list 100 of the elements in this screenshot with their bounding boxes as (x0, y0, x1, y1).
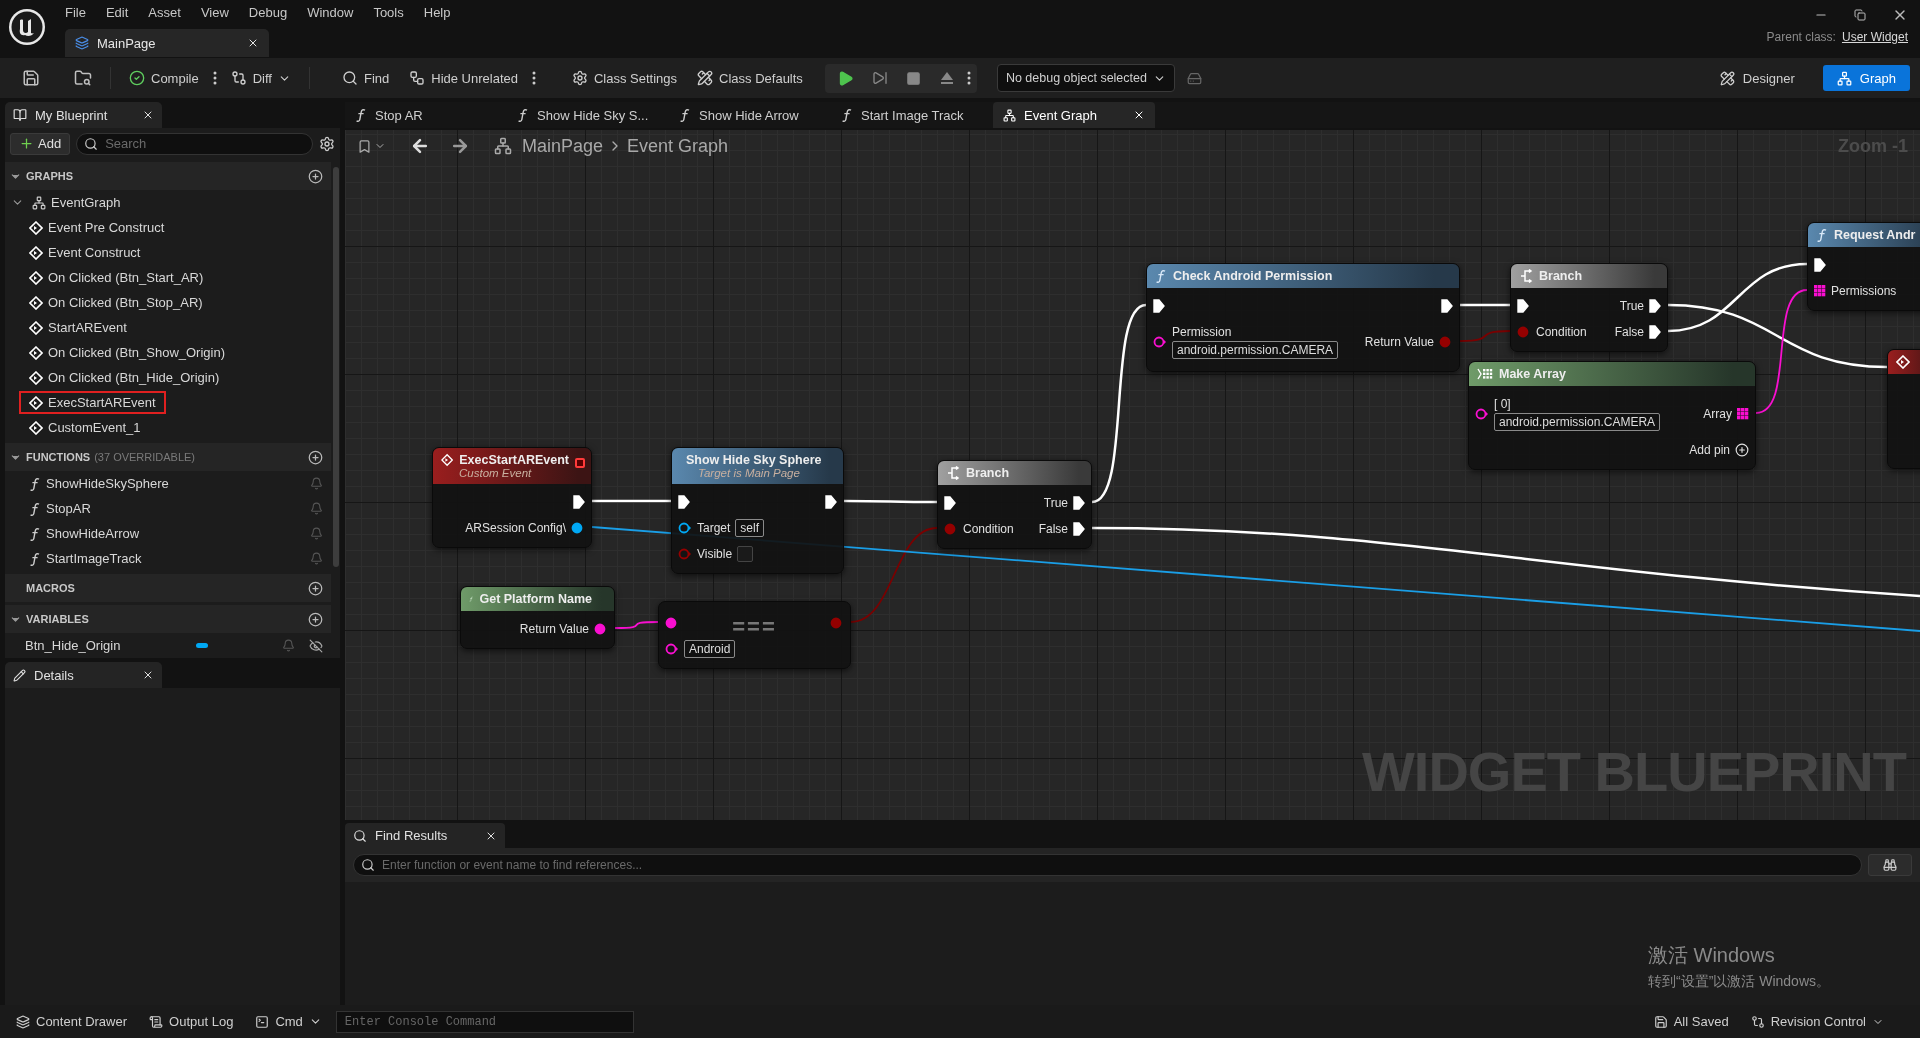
panel-tab[interactable]: Details (5, 662, 162, 688)
tree-item[interactable]: CustomEvent_1 (19, 416, 151, 439)
settings-icon[interactable] (319, 135, 335, 152)
tree-item[interactable]: Btn_Hide_Origin (15, 634, 131, 657)
menu-item[interactable]: Tools (363, 4, 414, 20)
value-field[interactable]: self (735, 519, 765, 537)
tree-item[interactable]: StopAR (19, 497, 101, 520)
back-icon[interactable] (410, 136, 430, 156)
data-pin-icon[interactable] (1475, 408, 1489, 420)
close-icon[interactable] (1133, 109, 1145, 121)
value-field[interactable]: Android (684, 640, 736, 658)
toolbar-button[interactable]: Class Defaults (689, 66, 811, 90)
graph-tab[interactable]: Show Hide Arrow (669, 102, 831, 128)
array-pin-icon[interactable] (1737, 408, 1749, 420)
menu-item[interactable]: File (55, 4, 96, 20)
debug-object-dropdown[interactable]: No debug object selected (996, 64, 1175, 92)
data-pin-icon[interactable] (571, 522, 585, 534)
graph-node[interactable]: === Android (658, 601, 851, 669)
tree-item[interactable]: On Clicked (Btn_Stop_AR) (19, 291, 213, 314)
add-icon[interactable] (308, 168, 323, 184)
panel-tab[interactable]: Find Results (345, 823, 505, 848)
checkbox[interactable] (737, 546, 754, 562)
tree-item[interactable]: StartAREvent (19, 316, 137, 339)
save-status-button[interactable]: All Saved (1645, 1010, 1737, 1033)
panel-tab[interactable]: My Blueprint (5, 102, 162, 128)
exec-pin-icon[interactable] (825, 495, 837, 509)
exec-pin-icon[interactable] (1649, 325, 1661, 339)
revision-control-button[interactable]: Revision Control (1742, 1010, 1892, 1033)
exec-pin-icon[interactable] (944, 496, 956, 510)
add-icon[interactable] (308, 449, 323, 465)
exec-pin-icon[interactable] (573, 495, 585, 509)
graph-tab[interactable]: Start Image Track (831, 102, 993, 128)
exec-pin-icon[interactable] (1073, 522, 1085, 536)
toolbar-button[interactable]: Class Settings (563, 66, 686, 90)
section-header[interactable]: GRAPHS (5, 162, 331, 190)
graph-node[interactable]: Check Android Permission Permission android.permission.CAMERA Return Value (1146, 263, 1460, 372)
toolbar-button[interactable]: Find (333, 66, 398, 90)
search-field[interactable]: Search (76, 132, 313, 155)
close-icon[interactable] (142, 669, 154, 681)
mode-button[interactable]: Designer (1705, 65, 1809, 91)
array-pin-icon[interactable] (1814, 285, 1826, 297)
restore-icon[interactable] (1854, 9, 1866, 21)
tree-item[interactable]: Event Pre Construct (19, 216, 175, 239)
output-log-button[interactable]: Output Log (141, 1010, 242, 1033)
graph-tab[interactable]: Stop AR (345, 102, 507, 128)
add-icon[interactable] (308, 580, 323, 596)
graph-node[interactable]: Request Andr Permissions (1807, 222, 1920, 311)
find-button[interactable] (1868, 854, 1912, 876)
data-pin-icon[interactable] (1153, 336, 1167, 348)
add-pin-button[interactable]: Add pin (1689, 443, 1749, 457)
exec-pin-icon[interactable] (1153, 299, 1165, 313)
breadcrumb-item[interactable]: Event Graph (627, 135, 729, 157)
graph-node[interactable]: ExecStartAREvent Custom Event ARSession Config\ (432, 447, 592, 548)
content-drawer-button[interactable]: Content Drawer (8, 1010, 136, 1033)
toolbar-button[interactable]: Diff (222, 66, 299, 90)
graph-node[interactable]: Branch True Condition False (937, 460, 1092, 549)
value-field[interactable]: android.permission.CAMERA (1494, 413, 1661, 431)
data-pin-icon[interactable] (665, 617, 679, 629)
graph-node[interactable]: Show Hide Sky Sphere Target is Main Page Target self Visible (671, 447, 844, 574)
document-tab[interactable]: MainPage (65, 29, 269, 57)
cmd-dropdown[interactable]: Cmd (247, 1010, 330, 1033)
tree-item[interactable]: On Clicked (Btn_Show_Origin) (19, 341, 236, 364)
exec-pin-icon[interactable] (1649, 299, 1661, 313)
data-pin-icon[interactable] (594, 623, 608, 635)
tree-item[interactable]: EventGraph (28, 191, 131, 214)
eye-off-icon[interactable] (309, 638, 323, 653)
graph-node[interactable]: Branch True Condition False (1510, 263, 1668, 352)
delegate-pin-icon[interactable] (575, 458, 585, 468)
menu-item[interactable]: View (190, 4, 239, 20)
logo-icon[interactable] (7, 7, 47, 47)
graph-tab[interactable]: Show Hide Sky S... (507, 102, 669, 128)
section-header[interactable]: VARIABLES (5, 605, 331, 633)
mode-button[interactable]: Graph (1822, 65, 1910, 91)
menu-item[interactable]: Debug (238, 4, 298, 20)
add-button[interactable]: Add (10, 132, 71, 155)
menu-item[interactable]: Asset (138, 4, 191, 20)
parent-class-link[interactable]: User Widget (1841, 30, 1908, 44)
menu-item[interactable]: Help (413, 4, 461, 20)
graph-node[interactable]: Get Platform Name Return Value (460, 586, 615, 649)
section-header[interactable]: FUNCTIONS (37 OVERRIDABLE) (5, 443, 331, 471)
forward-icon[interactable] (450, 136, 470, 156)
scrollbar[interactable] (333, 167, 339, 567)
bookmark-icon[interactable] (357, 138, 372, 154)
exec-pin-icon[interactable] (678, 495, 690, 509)
exec-pin-icon[interactable] (1441, 299, 1453, 313)
tree-item[interactable]: ShowHideArrow (19, 522, 150, 545)
tree-item[interactable]: Event Construct (19, 241, 151, 264)
menu-item[interactable]: Window (297, 4, 364, 20)
tree-item[interactable]: On Clicked (Btn_Hide_Origin) (19, 366, 230, 389)
tree-item[interactable]: StartImageTrack (19, 547, 152, 570)
tree-item[interactable]: ShowHideSkySphere (19, 472, 179, 495)
console-field[interactable]: Enter Console Command (335, 1010, 634, 1033)
close-icon[interactable] (142, 109, 154, 121)
search-field[interactable]: Enter function or event name to find references... (353, 854, 1862, 876)
close-icon[interactable] (247, 37, 259, 49)
tree-item[interactable]: ExecStartAREvent (19, 391, 166, 414)
graph-node[interactable]: Make Array [ 0] android.permission.CAMERA Array Add pin (1468, 361, 1756, 470)
value-field[interactable]: android.permission.CAMERA (1172, 341, 1339, 359)
breadcrumb-item[interactable]: MainPage (522, 135, 604, 157)
section-header[interactable]: MACROS (5, 574, 331, 602)
